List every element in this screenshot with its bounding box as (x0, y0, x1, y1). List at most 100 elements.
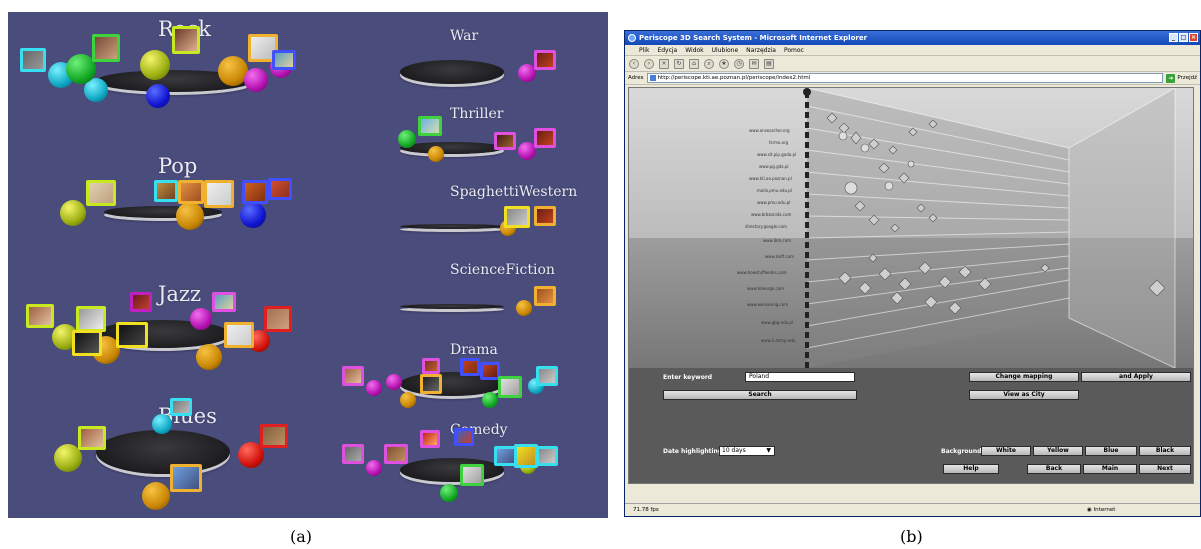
next-button[interactable]: Next (1139, 464, 1191, 474)
genre-sphere[interactable] (428, 146, 444, 162)
movie-thumbnail[interactable] (178, 180, 204, 204)
movie-thumbnail[interactable] (76, 306, 106, 332)
genre-disk-spaghetti-western[interactable] (400, 224, 504, 229)
movie-thumbnail[interactable] (170, 464, 202, 492)
date-highlighting-select[interactable]: 10 days ▼ (719, 446, 775, 456)
movie-thumbnail[interactable] (242, 180, 268, 204)
movie-thumbnail[interactable] (504, 206, 530, 228)
periscope-3d-viewport[interactable]: www.onsearcher.org fsrmo.org www.sit.pip… (628, 87, 1194, 484)
genre-sphere[interactable] (440, 484, 458, 502)
menu-item-favorites[interactable]: Ulubione (712, 45, 739, 55)
and-apply-button[interactable]: and Apply (1081, 372, 1191, 382)
result-url-label[interactable]: www.sit.pip.gada.pl (757, 152, 796, 157)
genre-sphere[interactable] (516, 300, 532, 316)
movie-thumbnail[interactable] (422, 358, 440, 374)
movie-thumbnail[interactable] (534, 206, 556, 226)
forward-arrow-icon[interactable]: › (644, 58, 654, 69)
menu-item-help[interactable]: Pomoc (784, 45, 804, 55)
movie-thumbnail[interactable] (460, 464, 484, 486)
genre-sphere[interactable] (60, 200, 86, 226)
3d-search-scene[interactable]: www.onsearcher.org fsrmo.org www.sit.pip… (629, 88, 1193, 368)
change-mapping-button[interactable]: Change mapping (969, 372, 1079, 382)
result-url-label[interactable]: www.kti.ae.poznan.pl (749, 176, 792, 181)
genre-disk-comedy[interactable] (400, 458, 504, 482)
genre-sphere[interactable] (142, 482, 170, 510)
refresh-icon[interactable]: ↻ (674, 58, 684, 69)
movie-thumbnail[interactable] (534, 50, 556, 70)
home-icon[interactable]: ⌂ (689, 58, 699, 69)
background-white-button[interactable]: White (981, 446, 1031, 456)
result-url-label[interactable]: www.weinaning.com (747, 302, 788, 307)
menu-item-view[interactable]: Widok (685, 45, 703, 55)
result-url-label[interactable]: www.howstuffworks.com (737, 270, 787, 275)
movie-thumbnail[interactable] (342, 444, 364, 464)
movie-thumbnail[interactable] (272, 50, 296, 70)
movie-thumbnail[interactable] (116, 322, 148, 348)
movie-thumbnail[interactable] (172, 26, 200, 54)
favorites-icon[interactable]: ★ (719, 58, 729, 69)
genre-sphere[interactable] (176, 202, 204, 230)
result-url-label[interactable]: www.onsearcher.org (749, 128, 790, 133)
movie-thumbnail[interactable] (534, 128, 556, 148)
help-button[interactable]: Help (943, 464, 999, 474)
genre-sphere[interactable] (244, 68, 268, 92)
movie-thumbnail[interactable] (260, 424, 288, 448)
result-url-label[interactable]: www.teleorgo.com (747, 286, 784, 291)
search-icon[interactable]: ⌕ (704, 58, 714, 69)
background-black-button[interactable]: Black (1139, 446, 1191, 456)
address-input[interactable]: http://periscope.kti.ae.poznan.pl/perisc… (646, 73, 1164, 83)
go-button[interactable]: ➜ Przejdź (1166, 73, 1197, 83)
genre-sphere[interactable] (386, 374, 402, 390)
movie-thumbnail[interactable] (268, 178, 292, 200)
movie-thumbnail[interactable] (212, 292, 236, 312)
result-url-label[interactable]: www.lsoft.com (765, 254, 794, 259)
back-button[interactable]: Back (1027, 464, 1081, 474)
genre-disk-blues[interactable] (96, 430, 230, 474)
genre-sphere[interactable] (240, 202, 266, 228)
movie-thumbnail[interactable] (264, 306, 292, 332)
movie-thumbnail[interactable] (460, 358, 480, 376)
movie-thumbnail[interactable] (92, 34, 120, 62)
result-url-label[interactable]: www.gbg.edu.pl (761, 320, 793, 325)
movie-thumbnail[interactable] (418, 116, 442, 136)
movie-thumbnail[interactable] (26, 304, 54, 328)
genre-disk-war[interactable] (400, 60, 504, 84)
genre-sphere[interactable] (190, 308, 212, 330)
search-button[interactable]: Search (663, 390, 857, 400)
movie-thumbnail[interactable] (498, 376, 522, 398)
genre-sphere[interactable] (366, 460, 382, 476)
result-url-label[interactable]: www.pg.gda.pl (759, 164, 789, 169)
genre-sphere[interactable] (400, 392, 416, 408)
genre-sphere[interactable] (366, 380, 382, 396)
movie-thumbnail[interactable] (86, 180, 116, 206)
menu-item-file[interactable]: Plik (639, 45, 649, 55)
background-blue-button[interactable]: Blue (1085, 446, 1137, 456)
close-button[interactable]: × (1189, 33, 1198, 42)
genre-sphere[interactable] (140, 50, 170, 80)
mail-icon[interactable]: ✉ (749, 58, 759, 69)
movie-thumbnail[interactable] (514, 444, 538, 468)
movie-thumbnail[interactable] (480, 362, 500, 380)
menu-item-tools[interactable]: Narzędzia (746, 45, 776, 55)
movie-thumbnail[interactable] (420, 430, 440, 448)
history-icon[interactable]: ◷ (734, 58, 744, 69)
movie-thumbnail[interactable] (536, 366, 558, 386)
genre-sphere[interactable] (482, 392, 498, 408)
movie-thumbnail[interactable] (78, 426, 106, 450)
movie-thumbnail[interactable] (494, 132, 516, 150)
genre-sphere[interactable] (398, 130, 416, 148)
movie-thumbnail[interactable] (224, 322, 254, 348)
minimize-button[interactable]: _ (1169, 33, 1178, 42)
result-url-label[interactable]: directory.google.com (745, 224, 787, 229)
genre-disk-thriller[interactable] (400, 142, 504, 154)
movie-thumbnail[interactable] (536, 446, 558, 466)
back-arrow-icon[interactable]: ‹ (629, 58, 639, 69)
movie-thumbnail[interactable] (72, 330, 102, 356)
genre-sphere[interactable] (146, 84, 170, 108)
movie-thumbnail[interactable] (420, 374, 442, 394)
result-url-label[interactable]: fsrmo.org (769, 140, 788, 145)
movie-thumbnail[interactable] (384, 444, 408, 464)
movie-thumbnail[interactable] (534, 286, 556, 306)
movie-thumbnail[interactable] (204, 180, 234, 208)
genre-sphere[interactable] (152, 414, 172, 434)
